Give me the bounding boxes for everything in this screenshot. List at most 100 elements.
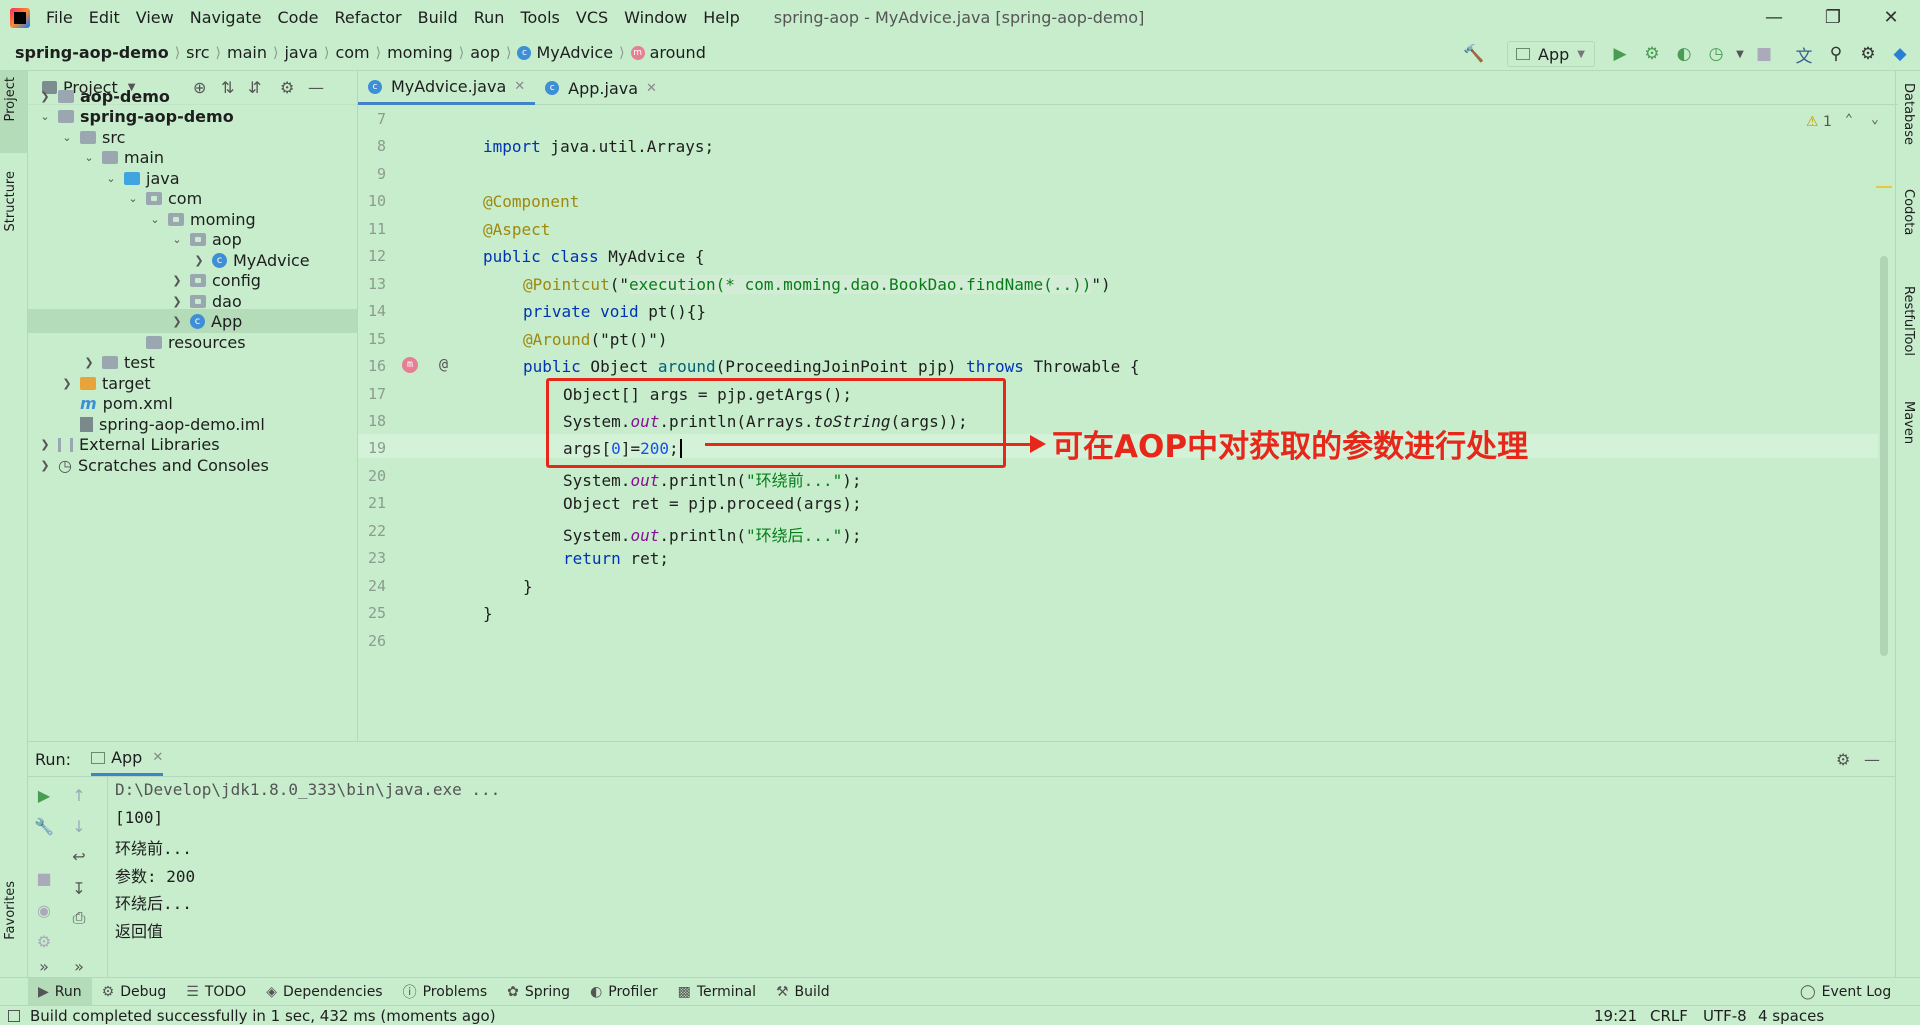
tool-tab-spring[interactable]: ✿ Spring (497, 978, 580, 1006)
breadcrumb-around[interactable]: m around (630, 43, 706, 62)
hide-panel-icon[interactable]: — (308, 78, 324, 97)
close-icon[interactable]: ✕ (646, 81, 657, 96)
file-encoding[interactable]: UTF-8 (1703, 1007, 1747, 1025)
menu-navigate[interactable]: Navigate (182, 0, 270, 35)
menu-view[interactable]: View (128, 0, 182, 35)
chevron-down-icon[interactable]: ⌄ (148, 213, 162, 226)
camera-icon[interactable]: ◉ (33, 899, 55, 921)
print-icon[interactable]: ⎙ (68, 907, 90, 929)
chevron-down-icon[interactable]: ⌄ (170, 233, 184, 246)
stop-icon[interactable]: ■ (33, 867, 55, 889)
menu-window[interactable]: Window (616, 0, 695, 35)
previous-highlight-icon[interactable]: ⌃ (1845, 112, 1853, 127)
plugin-icon[interactable]: ◆ (1888, 42, 1912, 66)
menu-code[interactable]: Code (270, 0, 327, 35)
menu-edit[interactable]: Edit (81, 0, 128, 35)
tool-tab-event-log[interactable]: ◯ Event Log (1790, 978, 1901, 1006)
chevron-right-icon[interactable]: ❯ (170, 315, 184, 328)
run-config-selector[interactable]: App ▼ (1507, 41, 1595, 67)
chevron-down-icon[interactable]: ⌄ (82, 151, 96, 164)
expand-all-icon[interactable]: ⇅ (221, 78, 234, 97)
stop-icon[interactable]: ■ (1752, 42, 1776, 66)
collapse-all-icon[interactable]: ⇵ (248, 78, 261, 97)
menu-help[interactable]: Help (695, 0, 747, 35)
menu-tools[interactable]: Tools (512, 0, 567, 35)
breadcrumb-aop[interactable]: aop (470, 43, 500, 62)
close-icon[interactable]: ✕ (152, 750, 163, 765)
structure-tool-tab[interactable]: Structure (3, 171, 18, 231)
chevron-down-icon[interactable]: ⌄ (38, 110, 52, 123)
panel-toggle-icon[interactable] (8, 1009, 20, 1022)
restfultool-tool-tab[interactable]: RestfulTool (1901, 286, 1916, 356)
line-separator[interactable]: CRLF (1650, 1007, 1688, 1025)
advice-gutter-icon[interactable]: @ (439, 355, 448, 373)
coverage-icon[interactable]: ◐ (1672, 42, 1696, 66)
settings-gear-icon[interactable]: ⚙ (280, 78, 294, 97)
breadcrumb-project[interactable]: spring-aop-demo (15, 43, 169, 62)
chevron-right-icon[interactable]: ❯ (38, 438, 52, 451)
maven-tool-tab[interactable]: Maven (1901, 401, 1916, 444)
wrench-icon[interactable]: 🔧 (33, 815, 55, 837)
hide-panel-icon[interactable]: — (1864, 750, 1880, 769)
tool-tab-todo[interactable]: ☰ TODO (176, 978, 256, 1006)
tool-tab-build[interactable]: ⚒ Build (766, 978, 840, 1006)
scroll-to-end-icon[interactable]: ↧ (68, 877, 90, 899)
chevron-down-icon[interactable]: ⌄ (126, 192, 140, 205)
profile-icon[interactable]: ◷ (1704, 42, 1728, 66)
chevron-right-icon[interactable]: ❯ (38, 90, 52, 103)
tab-app-java[interactable]: c App.java ✕ (535, 71, 667, 105)
menu-run[interactable]: Run (466, 0, 513, 35)
breadcrumb-com[interactable]: com (335, 43, 369, 62)
settings-gear-icon[interactable]: ⚙ (1856, 42, 1880, 66)
breadcrumb-moming[interactable]: moming (387, 43, 453, 62)
minimize-button[interactable]: — (1745, 0, 1803, 35)
build-hammer-icon[interactable]: 🔨 (1462, 42, 1486, 66)
debug-icon[interactable]: ⚙ (1640, 42, 1664, 66)
warning-indicator[interactable]: ⚠ 1 (1806, 114, 1832, 130)
database-tool-tab[interactable]: Database (1901, 83, 1916, 145)
breadcrumb-java[interactable]: java (284, 43, 318, 62)
chevron-right-icon[interactable]: ❯ (38, 459, 52, 472)
up-arrow-icon[interactable]: ↑ (68, 784, 90, 806)
chevron-down-icon[interactable]: ▼ (1728, 42, 1752, 66)
project-tool-tab[interactable]: Project (3, 77, 18, 121)
chevron-right-icon[interactable]: ❯ (170, 295, 184, 308)
editor-scrollbar[interactable] (1880, 256, 1888, 656)
settings-gear-icon[interactable]: ⚙ (1836, 750, 1850, 769)
run-icon[interactable]: ▶ (1608, 42, 1632, 66)
tool-tab-terminal[interactable]: ▩ Terminal (668, 978, 766, 1006)
translate-icon[interactable]: 文 (1792, 42, 1816, 67)
search-icon[interactable]: ⚲ (1824, 42, 1848, 66)
rerun-icon[interactable]: ▶ (33, 784, 55, 806)
chevron-right-icon[interactable]: ❯ (60, 377, 74, 390)
more-icon[interactable]: » (33, 955, 55, 977)
soft-wrap-icon[interactable]: ↩ (68, 845, 90, 867)
chevron-right-icon[interactable]: ❯ (82, 356, 96, 369)
menu-build[interactable]: Build (410, 0, 466, 35)
chevron-right-icon[interactable]: ❯ (170, 274, 184, 287)
chevron-right-icon[interactable]: ❯ (192, 254, 206, 267)
menu-vcs[interactable]: VCS (568, 0, 616, 35)
tree-node-scratches[interactable]: ❯ ◷ Scratches and Consoles (38, 453, 268, 478)
chevron-down-icon[interactable]: ⌄ (104, 172, 118, 185)
favorites-tool-tab[interactable]: Favorites (3, 881, 18, 940)
menu-refactor[interactable]: Refactor (326, 0, 409, 35)
indent-setting[interactable]: 4 spaces (1758, 1007, 1824, 1025)
chevron-down-icon[interactable]: ⌄ (60, 131, 74, 144)
tool-tab-dependencies[interactable]: ◈ Dependencies (256, 978, 392, 1006)
menu-file[interactable]: File (38, 0, 81, 35)
breadcrumb-myadvice[interactable]: c MyAdvice (517, 43, 613, 62)
locate-icon[interactable]: ⊕ (193, 78, 206, 97)
tool-tab-profiler[interactable]: ◐ Profiler (580, 978, 668, 1006)
close-button[interactable]: ✕ (1862, 0, 1920, 35)
method-gutter-icon[interactable]: m (402, 357, 418, 373)
next-highlight-icon[interactable]: ⌄ (1871, 112, 1879, 127)
run-tab-app[interactable]: App ✕ (91, 743, 164, 776)
breadcrumb-src[interactable]: src (186, 43, 209, 62)
cursor-position[interactable]: 19:21 (1594, 1007, 1637, 1025)
more-icon[interactable]: » (68, 955, 90, 977)
codota-tool-tab[interactable]: Codota (1901, 189, 1916, 235)
restore-button[interactable]: ❐ (1804, 0, 1862, 35)
close-icon[interactable]: ✕ (514, 79, 525, 94)
tool-tab-run[interactable]: ▶ Run (28, 977, 92, 1006)
